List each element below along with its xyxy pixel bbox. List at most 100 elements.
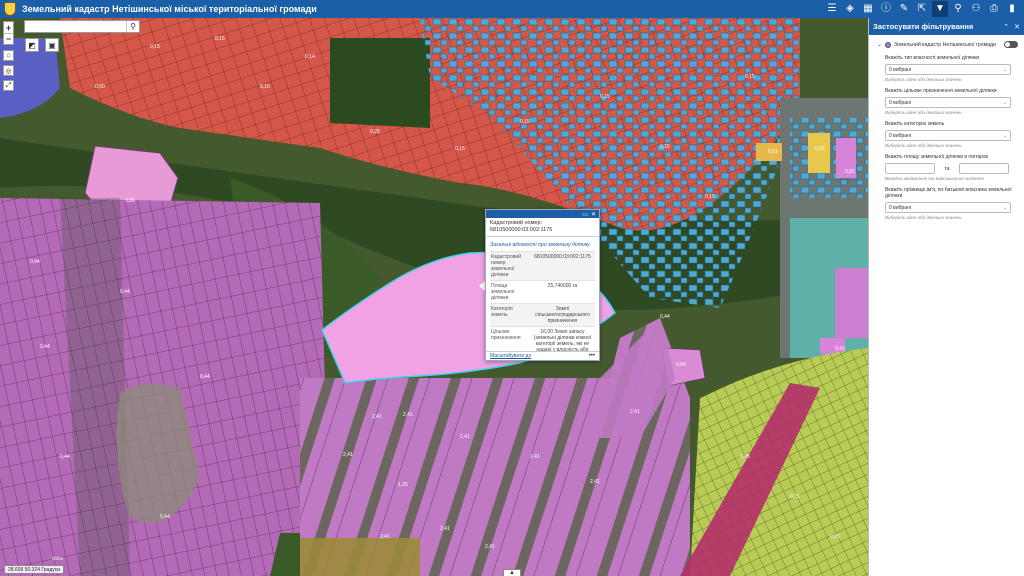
search-icon: ⚲ <box>130 22 136 31</box>
filter-panel: Застосувати фільтрування ⌃ ✕ ⌄ Земельний… <box>868 18 1024 576</box>
parcel-area-label: 0,15 <box>600 94 610 100</box>
locate-icon: ◎ <box>5 67 12 75</box>
layer-filter-toggle[interactable] <box>1004 41 1018 48</box>
zoom-in-button[interactable]: + <box>4 22 13 33</box>
app-header: Земельний кадастр Нетішинської міської т… <box>0 0 1024 18</box>
zoom-out-button[interactable]: − <box>4 33 13 44</box>
zoom-control: + − <box>3 21 14 45</box>
table-row: Цільове призначення 16.00 Землі запасу (з… <box>490 326 595 351</box>
parcel-area-label: 2,41 <box>372 414 382 420</box>
panel-body: ⌄ Земельний кадастр Нетішинської громади… <box>869 35 1024 232</box>
panel-header: Застосувати фільтрування ⌃ ✕ <box>869 18 1024 35</box>
app-title: Земельний кадастр Нетішинської міської т… <box>22 4 317 14</box>
ownership-select[interactable]: 0 вибрані ⌄ <box>885 64 1011 75</box>
parcel-area-label: 2,41 <box>485 544 495 550</box>
search-input[interactable] <box>25 21 126 32</box>
purpose-select[interactable]: 0 вибрані ⌄ <box>885 97 1011 108</box>
share-icon[interactable]: ⇱ <box>914 1 930 17</box>
select-value: 0 вибрані <box>889 204 911 211</box>
chevron-down-icon: ⌄ <box>1002 132 1007 139</box>
filter-icon[interactable]: ▼ <box>932 1 948 17</box>
parcel-area-label: 0,51 <box>768 149 778 155</box>
parcel-area-label: 0,15 <box>520 119 530 125</box>
table-row: Кадастровий номер земельної ділянки 68105… <box>490 251 595 281</box>
extent-icon: ▣ <box>48 40 56 50</box>
search-layers-icon[interactable]: ⚲ <box>950 1 966 17</box>
dock-icon[interactable]: ▭ <box>582 211 588 218</box>
bookmark-icon[interactable]: ▮ <box>1004 1 1020 17</box>
parcel-area-label: 0,15 <box>150 44 160 50</box>
filter-hint: Виберіть одне або декілька значень <box>885 110 962 115</box>
parcel-area-label: 0,14 <box>305 54 315 60</box>
people-icon[interactable]: ⚇ <box>968 1 984 17</box>
parcel-area-label: 0,04 <box>676 362 686 368</box>
parcel-area-label: 0,15 <box>455 146 465 152</box>
home-button[interactable]: ⌂ <box>3 50 14 61</box>
parcel-area-label: 2,41 <box>590 479 600 485</box>
popup-body: Загальні відомості про земельну ділянку … <box>486 237 599 351</box>
parcel-area-label: 0,25 <box>790 494 800 500</box>
fullscreen-button[interactable]: ⤢ <box>3 80 14 91</box>
parcel-area-label: 0,44 <box>200 374 210 380</box>
zoom-to-link[interactable]: Масштабувати до <box>490 353 531 359</box>
parcel-area-label: 0,25 <box>370 129 380 135</box>
extent-button[interactable]: ▣ <box>45 38 59 52</box>
filter-ownership: Вкажіть тип власності земельної ділянки … <box>877 55 1018 82</box>
chevron-down-icon: ⌄ <box>1002 66 1007 73</box>
grid-icon[interactable]: ▦ <box>860 1 876 17</box>
basemap-button[interactable]: ◩ <box>25 38 39 52</box>
search-button[interactable]: ⚲ <box>126 21 139 32</box>
coat-of-arms-logo <box>4 2 16 16</box>
pencil-icon[interactable]: ✎ <box>896 1 912 17</box>
expand-icon: ⤢ <box>5 81 12 89</box>
area-range: та <box>885 163 1018 174</box>
filter-label: Вкажіть площу земельної ділянки в гектар… <box>885 154 989 160</box>
layers-icon[interactable]: ◈ <box>842 1 858 17</box>
locate-button[interactable]: ◎ <box>3 65 14 76</box>
basemap-icon: ◩ <box>28 40 36 50</box>
parcel-area-label: 0,44 <box>60 454 70 460</box>
parcel-area-label: 0,43 <box>835 346 845 352</box>
parcel-area-label: 3,86 <box>125 198 135 204</box>
parcel-area-label: 2,41 <box>380 534 390 540</box>
close-icon[interactable]: ✕ <box>1014 23 1020 31</box>
area-min-input[interactable] <box>885 163 935 174</box>
chevron-down-icon: ⌄ <box>1002 99 1007 106</box>
parcel-area-label: 0,65 <box>815 146 825 152</box>
parcel-area-label: 2,41 <box>530 454 540 460</box>
map-canvas[interactable]: 3,86 0,60 0,15 0,15 0,15 0,14 0,25 0,15 0,15 0,15… <box>0 18 868 576</box>
parcel-area-label: 0,15 <box>215 36 225 42</box>
category-select[interactable]: 0 вибрані ⌄ <box>885 130 1011 141</box>
map-view[interactable]: 3,86 0,60 0,15 0,15 0,15 0,14 0,25 0,15 0,15 0,15… <box>0 18 868 576</box>
area-max-input[interactable] <box>959 163 1009 174</box>
attribute-table-toggle[interactable]: ▲ <box>503 569 521 576</box>
popup-header: ▭ ✕ <box>486 210 599 218</box>
layer-symbol-icon <box>885 41 892 48</box>
parcel-area-label: 0,44 <box>30 259 40 265</box>
print-icon[interactable]: ⎙ <box>986 1 1002 17</box>
attr-key: Кадастровий номер земельної ділянки <box>490 251 530 281</box>
chevron-down-icon[interactable]: ⌄ <box>877 41 882 48</box>
parcel-area-label: 0,44 <box>160 514 170 520</box>
layer-name: Земельний кадастр Нетішинської громади <box>894 41 996 48</box>
close-icon[interactable]: ✕ <box>591 211 596 218</box>
filter-hint: Виберіть одне або декілька значень <box>885 77 962 82</box>
attr-value: 16.00 Землі запасу (земельні ділянки кож… <box>529 326 595 351</box>
list-icon[interactable]: ☰ <box>824 1 840 17</box>
collapse-icon[interactable]: ⌃ <box>1003 23 1009 31</box>
parcel-area-label: 0,15 <box>660 144 670 150</box>
filter-area: Вкажіть площу земельної ділянки в гектар… <box>877 154 1018 181</box>
more-options-button[interactable]: ••• <box>589 353 595 359</box>
info-icon[interactable]: ⓘ <box>878 1 894 17</box>
parcel-popup: ▭ ✕ Кадастровий номер: 6810500000:03:002… <box>485 209 600 361</box>
map-search: ⚲ <box>24 20 140 33</box>
scale-bar-label: 300m <box>52 556 64 561</box>
chevron-up-icon: ▲ <box>509 570 515 576</box>
panel-header-buttons: ⌃ ✕ <box>1003 23 1020 31</box>
parcel-area-label: 1,25 <box>398 482 408 488</box>
parcel-area-label: 0,15 <box>745 74 755 80</box>
parcel-area-label: 2,41 <box>460 434 470 440</box>
filter-purpose: Вкажіть цільове призначення земельної ді… <box>877 88 1018 115</box>
popup-title: Кадастровий номер: 6810500000:03:002:117… <box>486 218 599 237</box>
owner-select[interactable]: 0 вибрані ⌄ <box>885 202 1011 213</box>
